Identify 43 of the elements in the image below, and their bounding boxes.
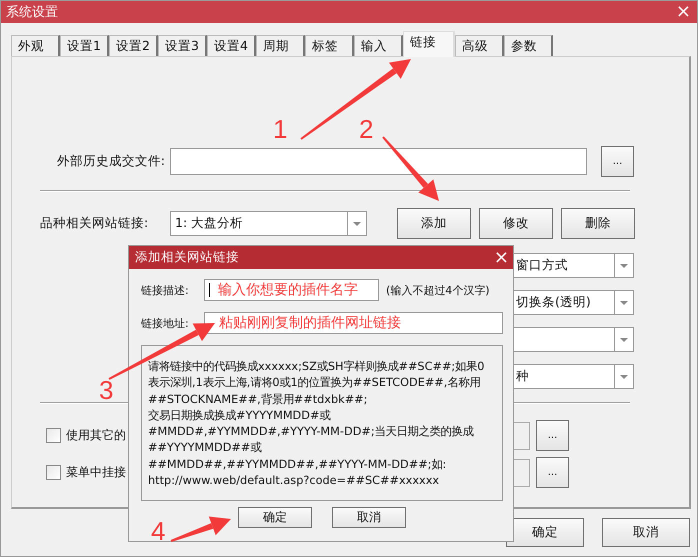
checkbox-label: 使用其它的 [66,427,126,444]
annotation-arrow [170,516,231,542]
tab[interactable]: 设置1 [60,35,109,56]
tab[interactable]: 输入 [354,35,403,56]
button[interactable]: 确定 [506,518,584,547]
tab[interactable]: 周期 [256,35,305,56]
button[interactable]: 修改 [479,208,553,239]
tab[interactable]: 链接 [403,31,455,57]
tab[interactable]: 参数 [504,35,553,56]
input-field[interactable] [170,148,587,175]
browse-button[interactable]: ... [536,457,569,488]
annotation-number: 4 [151,516,166,547]
input-field[interactable]: 粘贴刚刚复制的插件网址链接 [204,312,503,334]
field-label: 链接地址: [141,316,190,330]
annotation-number: 2 [359,114,374,145]
input-field[interactable]: 输入你想要的插件名字 [204,279,379,301]
window-title: 系统设置 [6,4,58,21]
checkbox[interactable] [46,428,61,443]
tab[interactable]: 标签 [305,35,354,56]
button[interactable]: 取消 [602,518,690,547]
tab[interactable]: 设置3 [158,35,207,56]
close-button[interactable]: × [676,3,691,21]
dialog-title: 添加相关网站链接 [135,249,239,266]
field-label: 外部历史成交文件: [56,153,165,170]
text-cursor [209,283,210,297]
checkbox-label: 菜单中挂接 [66,464,126,481]
field-label: 品种相关网站链接: [40,215,150,232]
annotation-number: 3 [99,375,114,406]
browse-button[interactable]: ... [601,146,634,177]
field-label: 链接描述: [141,282,190,298]
dropdown[interactable]: 1: 大盘分析 [170,211,367,236]
tab[interactable]: 设置2 [109,35,158,56]
browse-button[interactable]: ... [536,420,569,451]
annotation-number: 1 [273,114,288,145]
button[interactable]: 确定 [238,507,312,528]
checkbox[interactable] [46,465,61,480]
button[interactable]: 删除 [561,208,635,239]
tab[interactable]: 外观 [11,35,60,56]
info-text: 请将链接中的代码换成xxxxxx;SZ或SH字样则换成##SC##;如果0 表示深圳,1表示上海,请将0或1的位置换为##SETCODE##,名称用 ##STOCKNAME##,背景用##tdxbk##; 交易日期换成换成#YYYYMMDD#或 #MMDD#,#YYMMDD#,#YYYY-MM-DD#;当天日期之类的换成 ##YYYYMMDD##或 ##MMDD##,##YYMMDD##,##YYYY-MM-DD##;如: http://www.web/default.asp?code=##SC##xxxxxx [141,345,503,501]
button[interactable]: 添加 [397,208,471,239]
tab[interactable]: 高级 [455,35,504,56]
button[interactable]: 取消 [332,507,406,528]
tab[interactable]: 设置4 [207,35,256,56]
